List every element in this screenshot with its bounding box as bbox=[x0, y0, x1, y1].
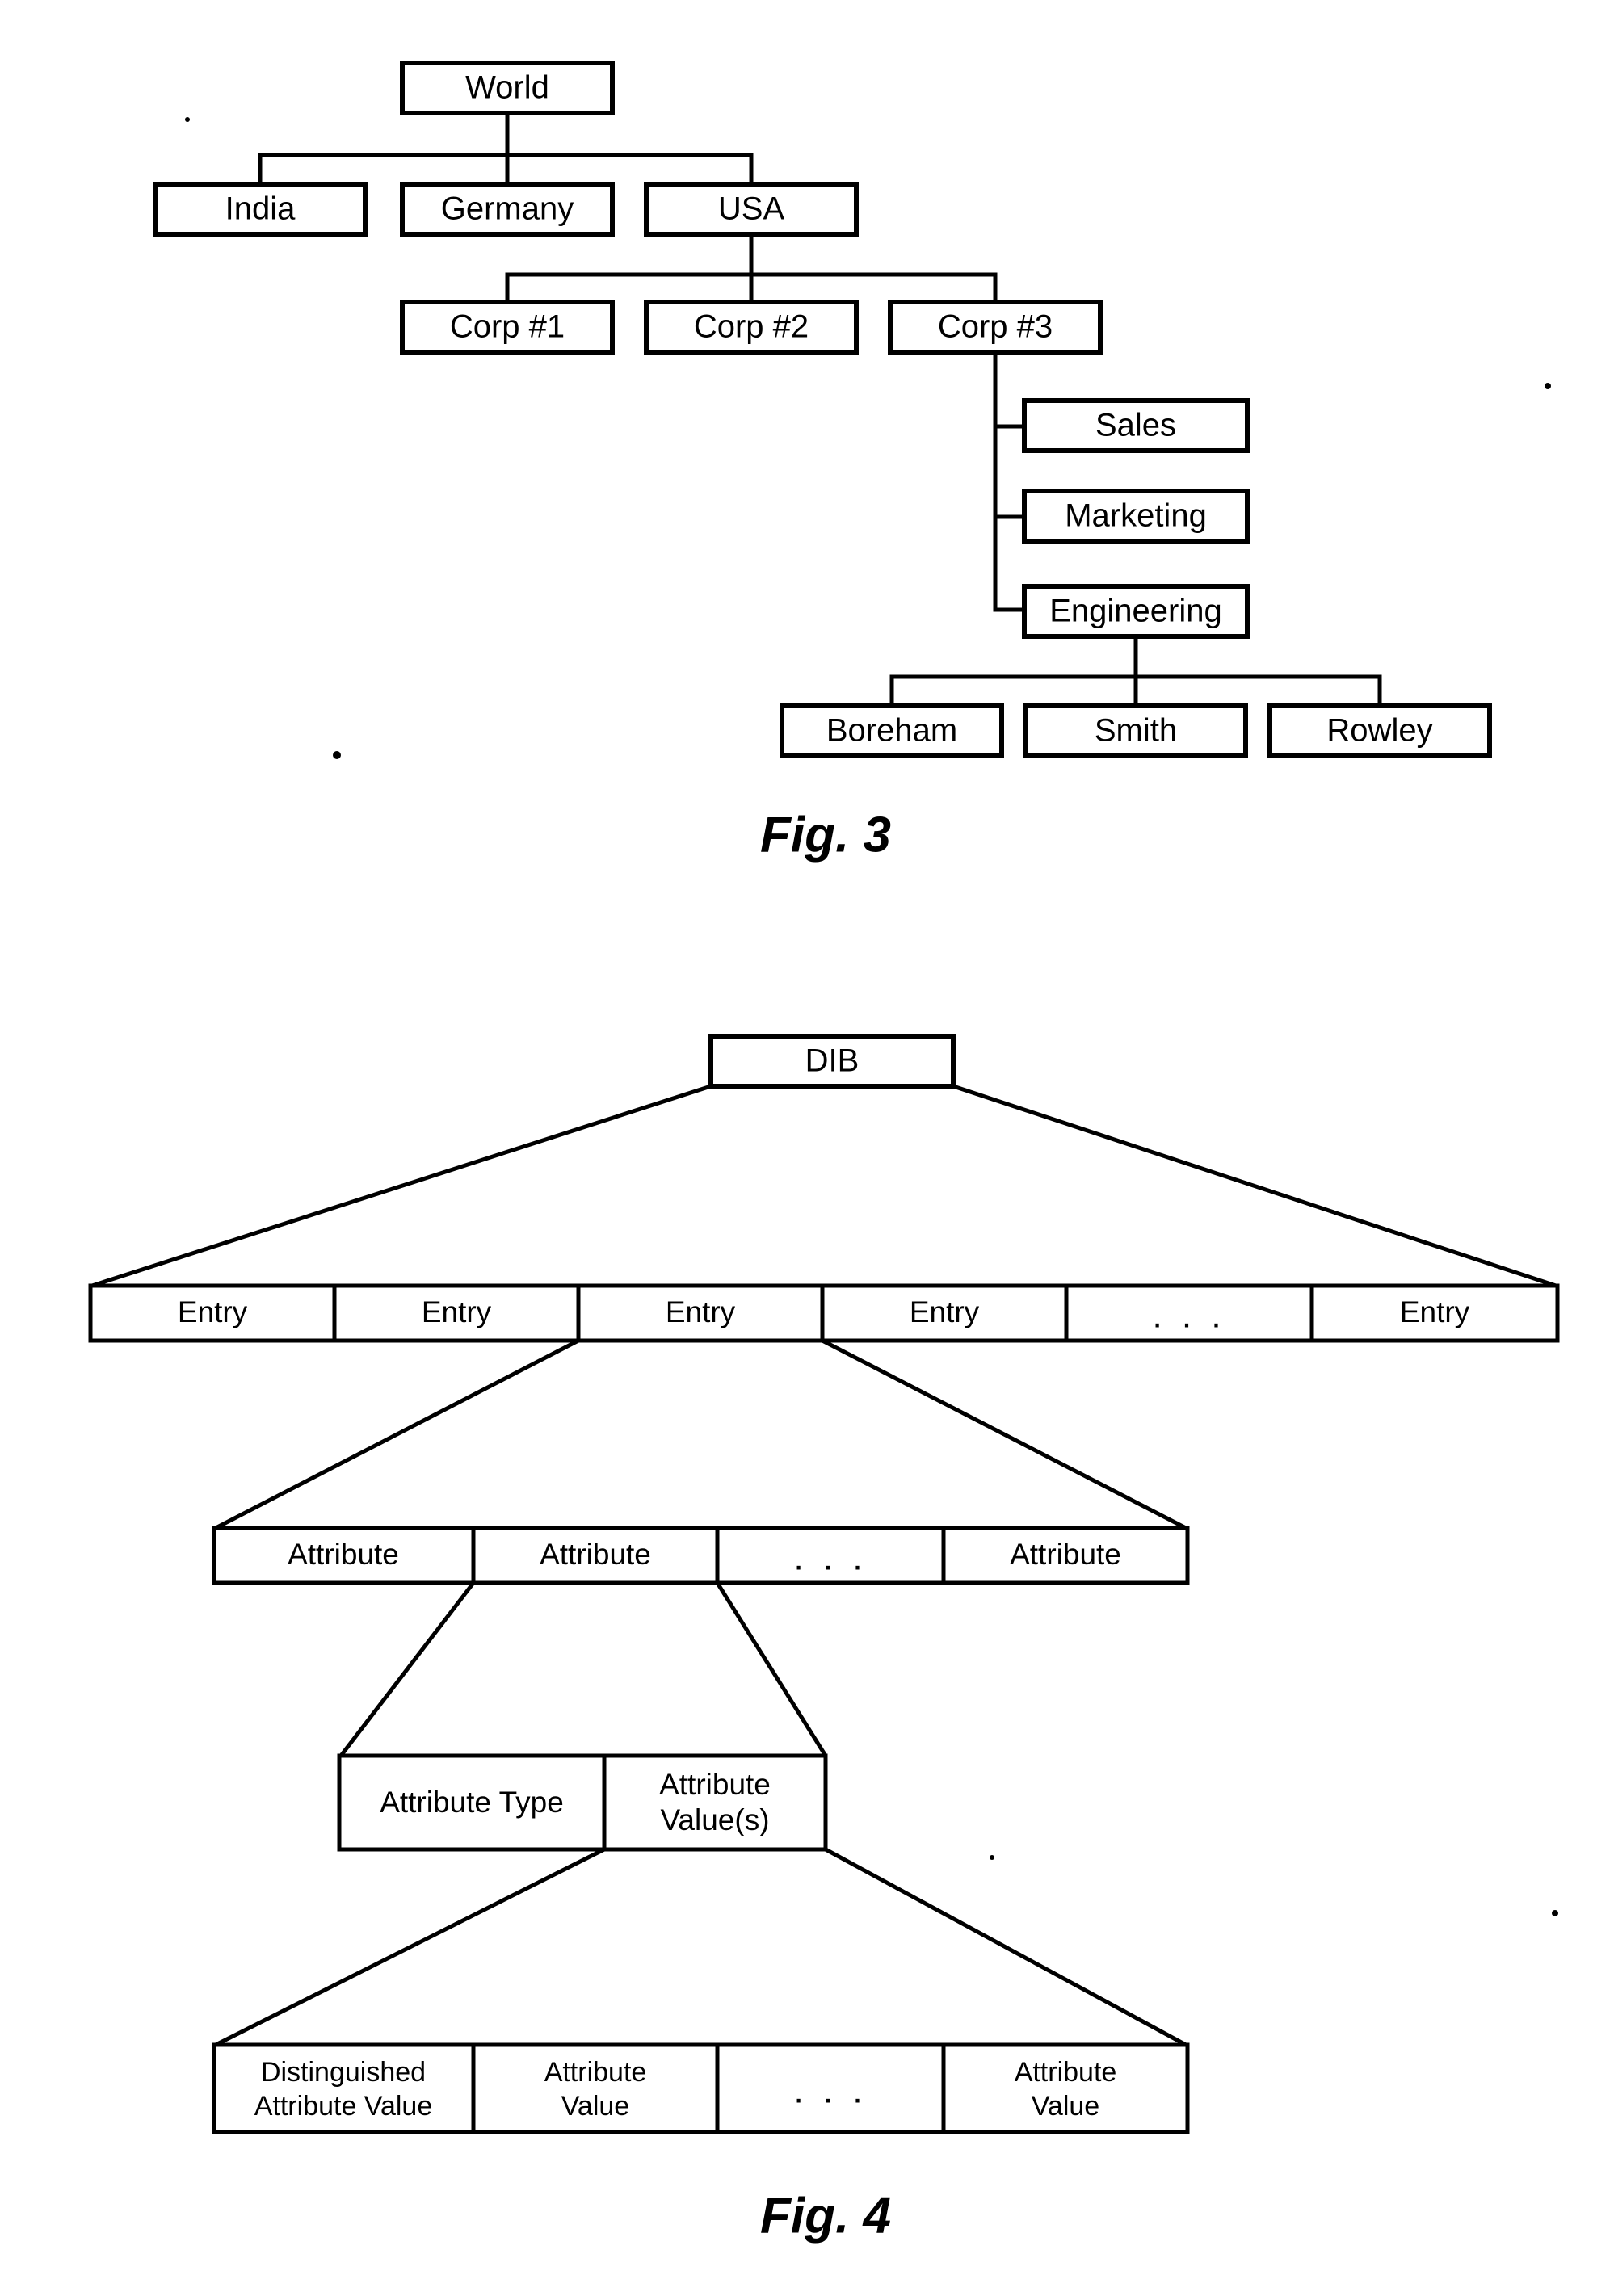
fig4-distinguished-value-line-1[interactable]: Distinguished bbox=[261, 2057, 426, 2088]
scan-speck bbox=[1552, 1910, 1558, 1916]
fig3-node-rowley-label: Rowley bbox=[1326, 713, 1432, 749]
fig4-attribute-cell-3[interactable]: Attribute bbox=[1010, 1538, 1121, 1571]
fig3-node-rowley[interactable]: Rowley bbox=[1267, 703, 1492, 758]
fig4-entry-cell-4[interactable]: Entry bbox=[910, 1295, 980, 1328]
fig4-value-cell-ellipsis: . . . bbox=[793, 2071, 867, 2111]
patent-figure-sheet: World India Germany USA Corp #1 Corp #2 bbox=[0, 0, 1614, 2296]
fig4-attribute-row: Attribute Attribute . . . Attribute bbox=[212, 1526, 1190, 1585]
fig4-attribute-values-cell-line-1[interactable]: Attribute bbox=[659, 1768, 771, 1801]
fig3-node-corp-1[interactable]: Corp #1 bbox=[400, 300, 615, 355]
fig3-node-corp-2[interactable]: Corp #2 bbox=[644, 300, 859, 355]
fig3-node-germany-label: Germany bbox=[441, 191, 574, 227]
fig3-connector-engineering-children bbox=[889, 634, 1382, 708]
fig3-node-marketing-label: Marketing bbox=[1065, 498, 1207, 534]
fig3-node-usa[interactable]: USA bbox=[644, 182, 859, 237]
fig3-node-world[interactable]: World bbox=[400, 61, 615, 115]
fig4-entry-row: Entry Entry Entry Entry . . . Entry bbox=[88, 1283, 1560, 1343]
fig4-entry-cell-2[interactable]: Entry bbox=[422, 1295, 492, 1328]
fig4-fan-entry-to-attribute-row bbox=[214, 1338, 1187, 1530]
fig4-fan-attribute-to-detail bbox=[339, 1581, 828, 1757]
fig3-connector-usa-children bbox=[505, 232, 998, 304]
fig4-entry-cell-3[interactable]: Entry bbox=[666, 1295, 736, 1328]
fig3-node-corp-3[interactable]: Corp #3 bbox=[888, 300, 1103, 355]
fig3-node-corp-2-label: Corp #2 bbox=[694, 309, 809, 345]
fig4-fan-dib-to-entry-row bbox=[91, 1084, 1557, 1288]
fig3-node-sales[interactable]: Sales bbox=[1022, 398, 1250, 453]
fig3-node-marketing[interactable]: Marketing bbox=[1022, 489, 1250, 544]
fig4-entry-cell-ellipsis: . . . bbox=[1152, 1296, 1225, 1336]
fig4-attribute-cell-2[interactable]: Attribute bbox=[540, 1538, 651, 1571]
fig3-node-smith-label: Smith bbox=[1095, 713, 1177, 749]
scan-speck bbox=[1545, 383, 1551, 389]
fig4-entry-cell-5[interactable]: Entry bbox=[1400, 1295, 1470, 1328]
figure-3-caption: Fig. 3 bbox=[760, 807, 891, 863]
fig4-attribute-value-4-line-1[interactable]: Attribute bbox=[1015, 2057, 1117, 2088]
fig3-node-engineering-label: Engineering bbox=[1049, 594, 1222, 629]
fig4-attribute-values-cell-line-2[interactable]: Value(s) bbox=[660, 1803, 769, 1836]
fig3-node-india[interactable]: India bbox=[153, 182, 368, 237]
fig3-node-corp-3-label: Corp #3 bbox=[938, 309, 1053, 345]
fig4-node-dib[interactable]: DIB bbox=[708, 1034, 956, 1089]
figure-3: World India Germany USA Corp #1 Corp #2 bbox=[153, 61, 1551, 863]
fig3-node-corp-1-label: Corp #1 bbox=[450, 309, 565, 345]
fig4-distinguished-value-line-2[interactable]: Attribute Value bbox=[254, 2091, 433, 2122]
fig4-attribute-type-cell[interactable]: Attribute Type bbox=[380, 1786, 564, 1819]
fig4-attribute-cell-1[interactable]: Attribute bbox=[288, 1538, 399, 1571]
figure-4-caption: Fig. 4 bbox=[760, 2188, 891, 2244]
fig4-attribute-value-2-line-2[interactable]: Value bbox=[561, 2091, 629, 2122]
fig3-node-sales-label: Sales bbox=[1095, 408, 1176, 443]
scan-speck bbox=[333, 751, 341, 759]
figure-4: DIB Entry Entry Entry Entry . . . Entry bbox=[88, 1034, 1560, 2244]
fig4-attribute-detail-row: Attribute Type Attribute Value(s) bbox=[337, 1753, 828, 1852]
fig4-attribute-value-4-line-2[interactable]: Value bbox=[1032, 2091, 1099, 2122]
fig3-connector-corp3-children bbox=[993, 351, 1027, 612]
fig3-node-germany[interactable]: Germany bbox=[400, 182, 615, 237]
fig3-node-boreham[interactable]: Boreham bbox=[780, 703, 1004, 758]
fig4-attribute-cell-ellipsis: . . . bbox=[793, 1538, 867, 1578]
fig3-node-usa-label: USA bbox=[718, 191, 785, 227]
scan-speck bbox=[990, 1855, 994, 1860]
fig3-node-engineering[interactable]: Engineering bbox=[1022, 584, 1250, 639]
fig3-node-smith[interactable]: Smith bbox=[1023, 703, 1248, 758]
fig3-node-india-label: India bbox=[225, 191, 296, 227]
fig3-node-boreham-label: Boreham bbox=[826, 713, 957, 749]
fig4-node-dib-label: DIB bbox=[805, 1043, 860, 1079]
fig4-attribute-value-2-line-1[interactable]: Attribute bbox=[544, 2057, 647, 2088]
fig4-entry-cell-1[interactable]: Entry bbox=[178, 1295, 248, 1328]
scan-speck bbox=[185, 117, 190, 122]
fig4-fan-values-to-value-row bbox=[214, 1847, 1187, 2047]
fig3-connector-world-children bbox=[258, 111, 754, 187]
fig4-attribute-value-row: Distinguished Attribute Value Attribute … bbox=[212, 2042, 1190, 2134]
fig3-node-world-label: World bbox=[465, 70, 549, 106]
